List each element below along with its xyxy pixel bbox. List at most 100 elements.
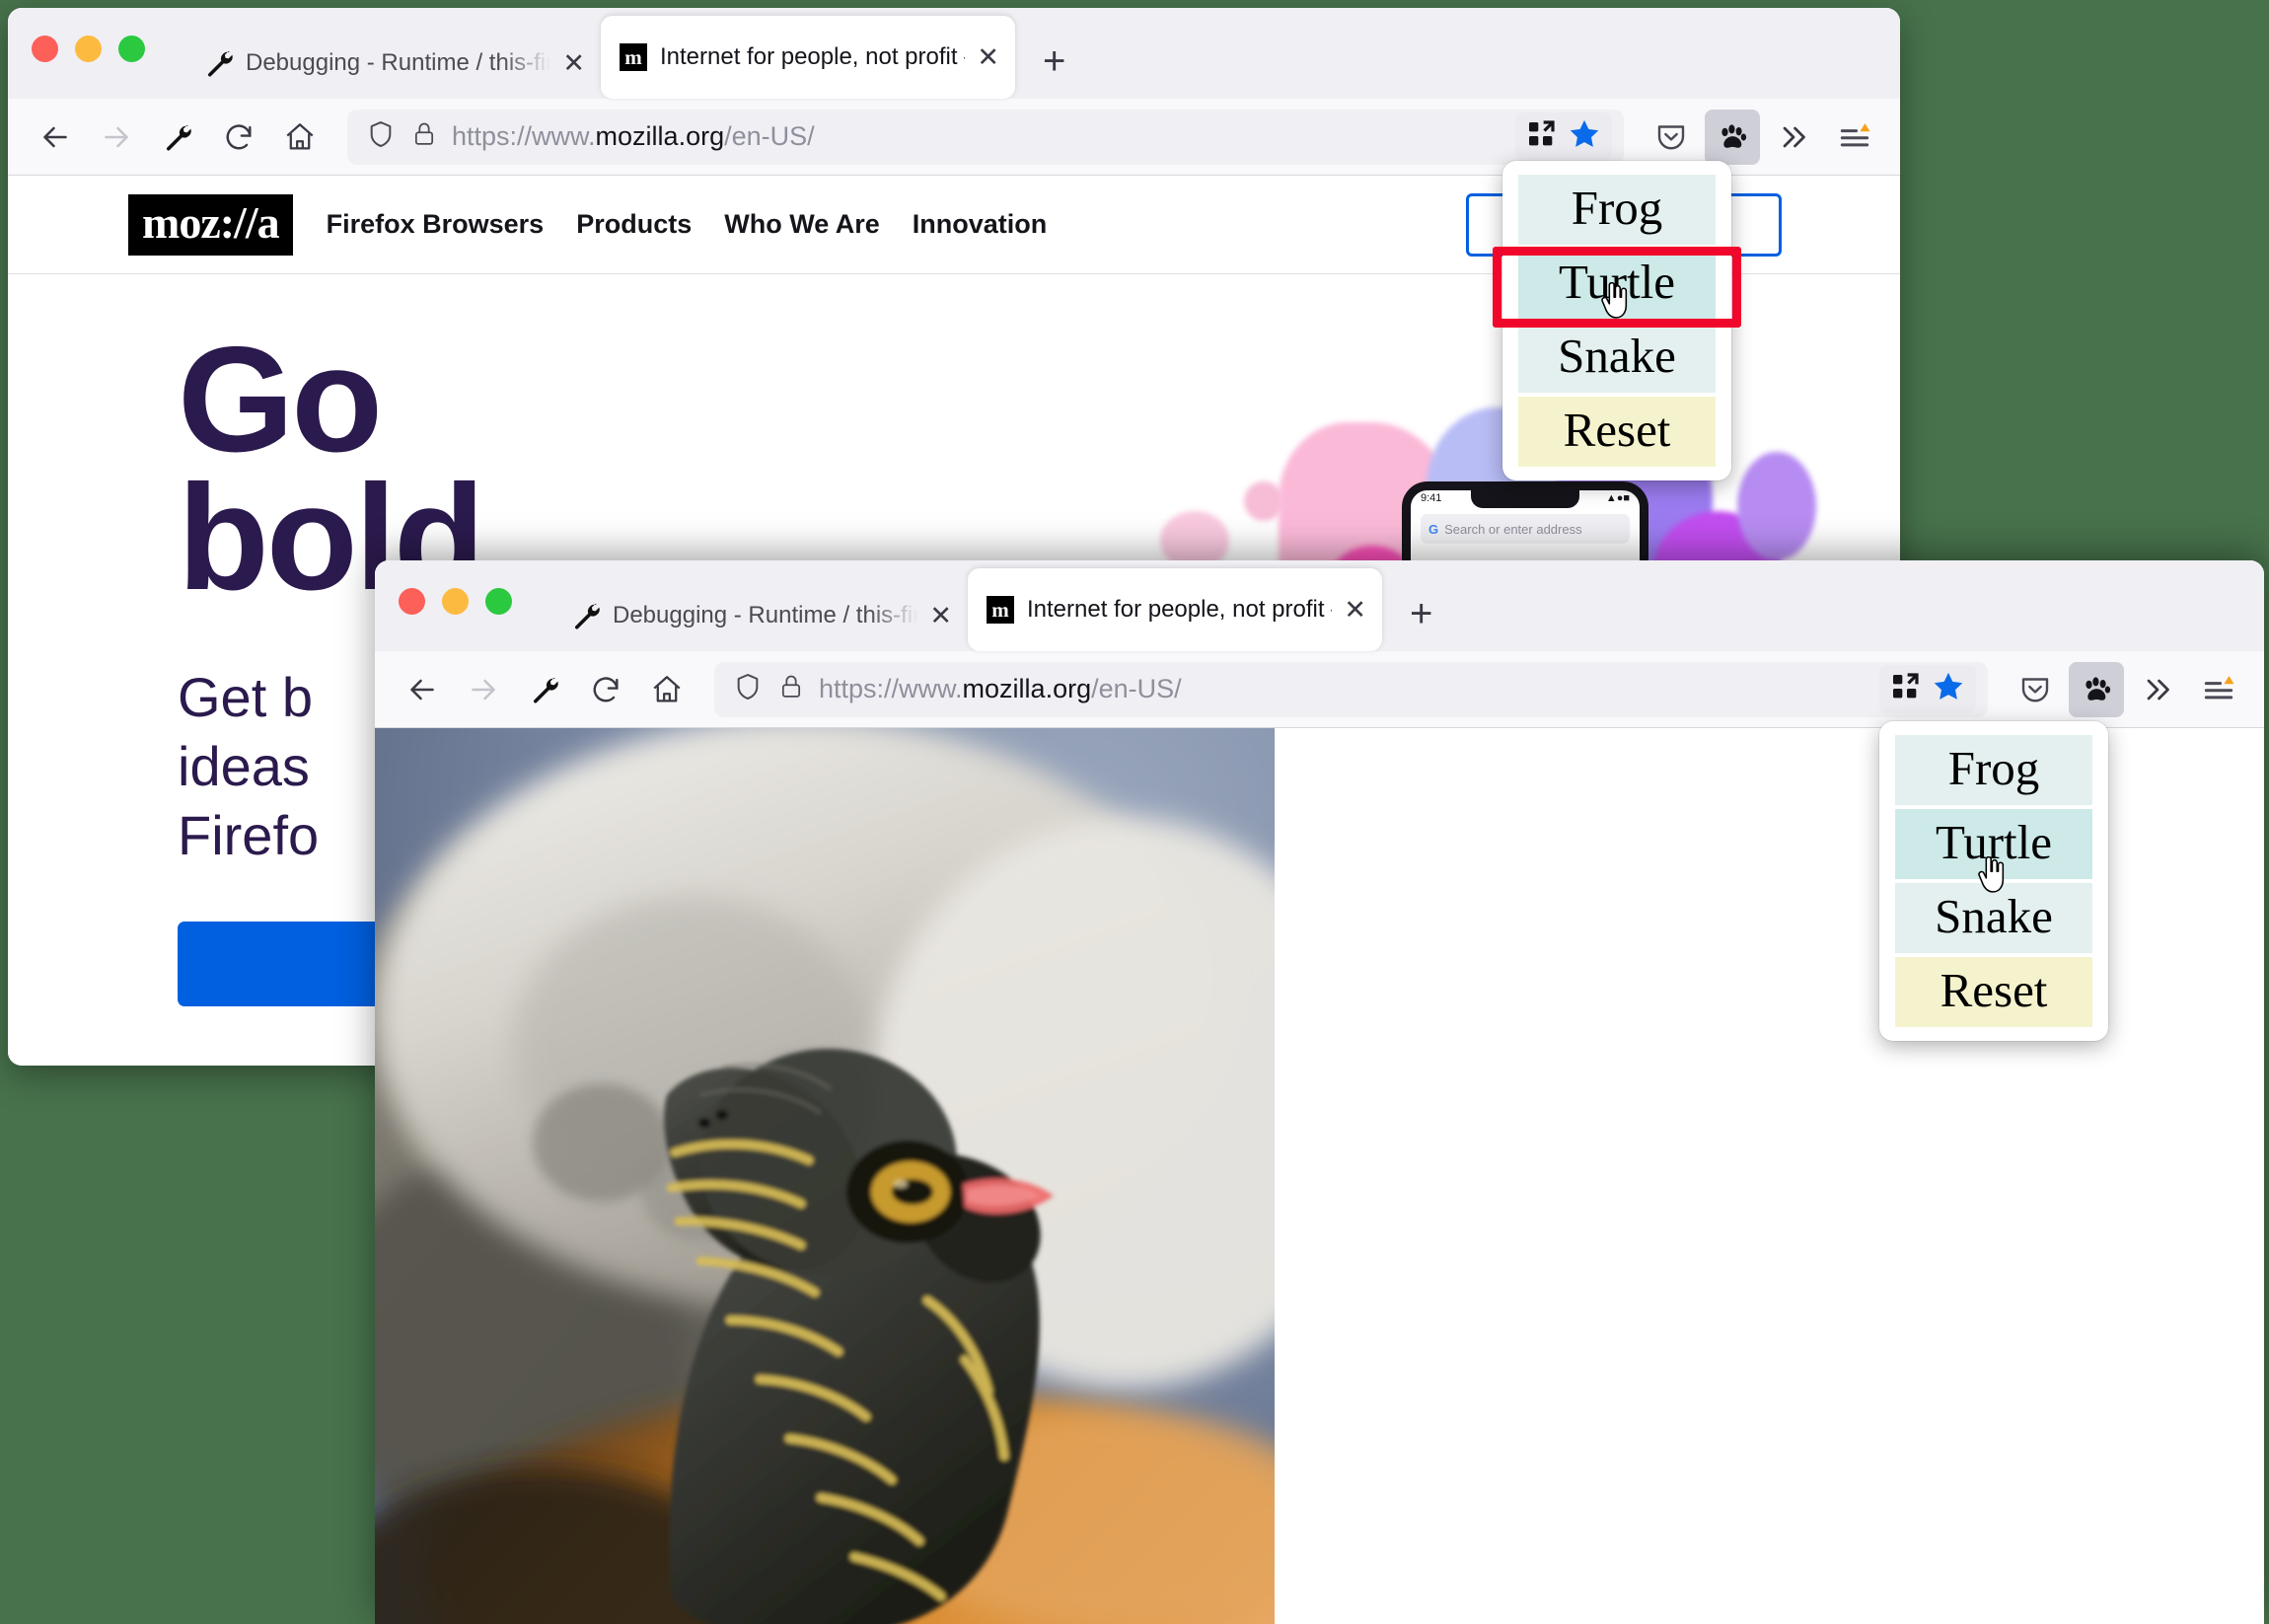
devtools-wrench-icon[interactable]	[517, 662, 572, 717]
pocket-icon[interactable]	[2008, 662, 2063, 717]
phone-status-bar: 9:41 ▲●■	[1411, 490, 1640, 504]
tab-debugging-runtime[interactable]: Debugging - Runtime / this-firefox ✕	[186, 28, 601, 99]
browser-window-front[interactable]: Debugging - Runtime / this-firefox ✕ m I…	[375, 560, 2264, 1624]
paw-print-icon[interactable]	[1705, 109, 1760, 165]
url-domain: mozilla.org	[595, 121, 725, 151]
reload-icon[interactable]	[578, 662, 633, 717]
phone-time: 9:41	[1421, 492, 1442, 504]
devtools-wrench-icon[interactable]	[150, 110, 205, 165]
tab-bar: Debugging - Runtime / this-firefox ✕ m I…	[375, 560, 2264, 651]
zoom-window-button[interactable]	[485, 587, 512, 615]
navigation-toolbar: https://www.mozilla.org/en-US/	[375, 651, 2264, 728]
close-window-button[interactable]	[399, 587, 425, 615]
mozilla-m-icon: m	[619, 42, 648, 72]
url-prefix: https://www.	[452, 121, 596, 151]
lock-icon[interactable]	[777, 673, 805, 705]
hamburger-menu-icon[interactable]	[1827, 110, 1882, 165]
nav-item-innovation[interactable]: Innovation	[913, 209, 1048, 240]
nav-item-firefox-browsers[interactable]: Firefox Browsers	[327, 209, 545, 240]
pocket-icon[interactable]	[1644, 110, 1699, 165]
url-domain: mozilla.org	[962, 674, 1092, 703]
close-window-button[interactable]	[32, 35, 58, 62]
shield-icon[interactable]	[732, 671, 764, 707]
lock-icon[interactable]	[410, 120, 438, 153]
tab-strip: Debugging - Runtime / this-firefox ✕ m I…	[553, 568, 1382, 651]
url-suffix: /en-US/	[724, 121, 815, 151]
address-bar[interactable]: https://www.mozilla.org/en-US/	[347, 109, 1624, 165]
sub-line-2: ideas	[178, 734, 310, 797]
snake-button[interactable]: Snake	[1895, 883, 2092, 953]
zoom-window-button[interactable]	[118, 35, 145, 62]
close-tab-button[interactable]: ✕	[1344, 596, 1366, 624]
wrench-icon	[571, 601, 601, 630]
extensions-puzzle-icon[interactable]	[1525, 118, 1557, 155]
star-icon[interactable]	[1567, 116, 1602, 157]
extension-popup-back[interactable]: Frog Turtle Snake Reset	[1502, 161, 1731, 480]
mozilla-logo[interactable]: moz://a	[128, 193, 293, 256]
traffic-lights[interactable]	[32, 8, 145, 99]
google-g-icon: G	[1428, 521, 1439, 537]
close-tab-button[interactable]: ✕	[562, 49, 585, 77]
address-bar-actions	[1515, 112, 1612, 161]
minimize-window-button[interactable]	[442, 587, 469, 615]
shield-icon[interactable]	[365, 118, 397, 155]
hamburger-menu-icon[interactable]	[2191, 662, 2246, 717]
phone-search-placeholder: Search or enter address	[1444, 521, 1582, 537]
wrench-icon	[204, 48, 234, 78]
traffic-lights[interactable]	[399, 560, 512, 651]
star-icon[interactable]	[1931, 669, 1966, 709]
tab-title: Internet for people, not profit —	[1027, 596, 1333, 623]
new-tab-button[interactable]: +	[1410, 594, 1432, 633]
site-nav: Firefox Browsers Products Who We Are Inn…	[327, 209, 1048, 240]
frog-button[interactable]: Frog	[1518, 175, 1716, 245]
phone-signal-icons: ▲●■	[1605, 492, 1630, 504]
reset-button[interactable]: Reset	[1895, 957, 2092, 1027]
turtle-button[interactable]: Turtle	[1518, 249, 1716, 319]
url-text: https://www.mozilla.org/en-US/	[819, 674, 1182, 704]
turtle-photograph	[375, 728, 1275, 1624]
address-bar[interactable]: https://www.mozilla.org/en-US/	[714, 661, 1988, 717]
nav-item-who-we-are[interactable]: Who We Are	[724, 209, 880, 240]
back-arrow-icon[interactable]	[395, 662, 450, 717]
tab-mozilla-homepage[interactable]: m Internet for people, not profit — ✕	[968, 568, 1382, 651]
minimize-window-button[interactable]	[75, 35, 102, 62]
double-chevron-icon[interactable]	[1766, 110, 1821, 165]
url-suffix: /en-US/	[1091, 674, 1182, 703]
urlbar-chip	[1515, 112, 1612, 161]
double-chevron-icon[interactable]	[2130, 662, 2185, 717]
address-bar-actions	[1879, 665, 1976, 713]
urlbar-chip	[1879, 665, 1976, 713]
sub-line-1: Get b	[178, 665, 313, 728]
extensions-puzzle-icon[interactable]	[1889, 671, 1921, 707]
tab-title: Debugging - Runtime / this-firefox	[246, 49, 551, 76]
close-tab-button[interactable]: ✕	[977, 43, 999, 71]
paw-print-icon[interactable]	[2069, 661, 2124, 717]
tab-bar: Debugging - Runtime / this-firefox ✕ m I…	[8, 8, 1900, 99]
close-tab-button[interactable]: ✕	[929, 602, 952, 629]
back-arrow-icon[interactable]	[28, 110, 83, 165]
home-icon[interactable]	[272, 110, 328, 165]
update-badge-icon	[2224, 675, 2234, 684]
sub-line-3: Firefo	[178, 803, 320, 866]
turtle-button[interactable]: Turtle	[1895, 809, 2092, 879]
url-text: https://www.mozilla.org/en-US/	[452, 121, 815, 152]
update-badge-icon	[1860, 122, 1870, 131]
frog-button[interactable]: Frog	[1895, 735, 2092, 805]
forward-arrow-icon[interactable]	[456, 662, 511, 717]
nav-item-products[interactable]: Products	[576, 209, 692, 240]
home-icon[interactable]	[639, 662, 695, 717]
tab-strip: Debugging - Runtime / this-firefox ✕ m I…	[186, 16, 1015, 99]
tab-debugging-runtime[interactable]: Debugging - Runtime / this-firefox ✕	[553, 580, 968, 651]
url-prefix: https://www.	[819, 674, 963, 703]
tab-title: Internet for people, not profit —	[660, 43, 966, 70]
new-tab-button[interactable]: +	[1043, 41, 1065, 81]
tab-title: Debugging - Runtime / this-firefox	[613, 602, 918, 628]
tab-mozilla-homepage[interactable]: m Internet for people, not profit — ✕	[601, 16, 1015, 99]
forward-arrow-icon[interactable]	[89, 110, 144, 165]
mozilla-m-icon: m	[986, 595, 1015, 625]
phone-search-field: G Search or enter address	[1421, 514, 1630, 544]
extension-popup-front[interactable]: Frog Turtle Snake Reset	[1879, 721, 2108, 1041]
snake-button[interactable]: Snake	[1518, 323, 1716, 393]
reset-button[interactable]: Reset	[1518, 397, 1716, 467]
reload-icon[interactable]	[211, 110, 266, 165]
